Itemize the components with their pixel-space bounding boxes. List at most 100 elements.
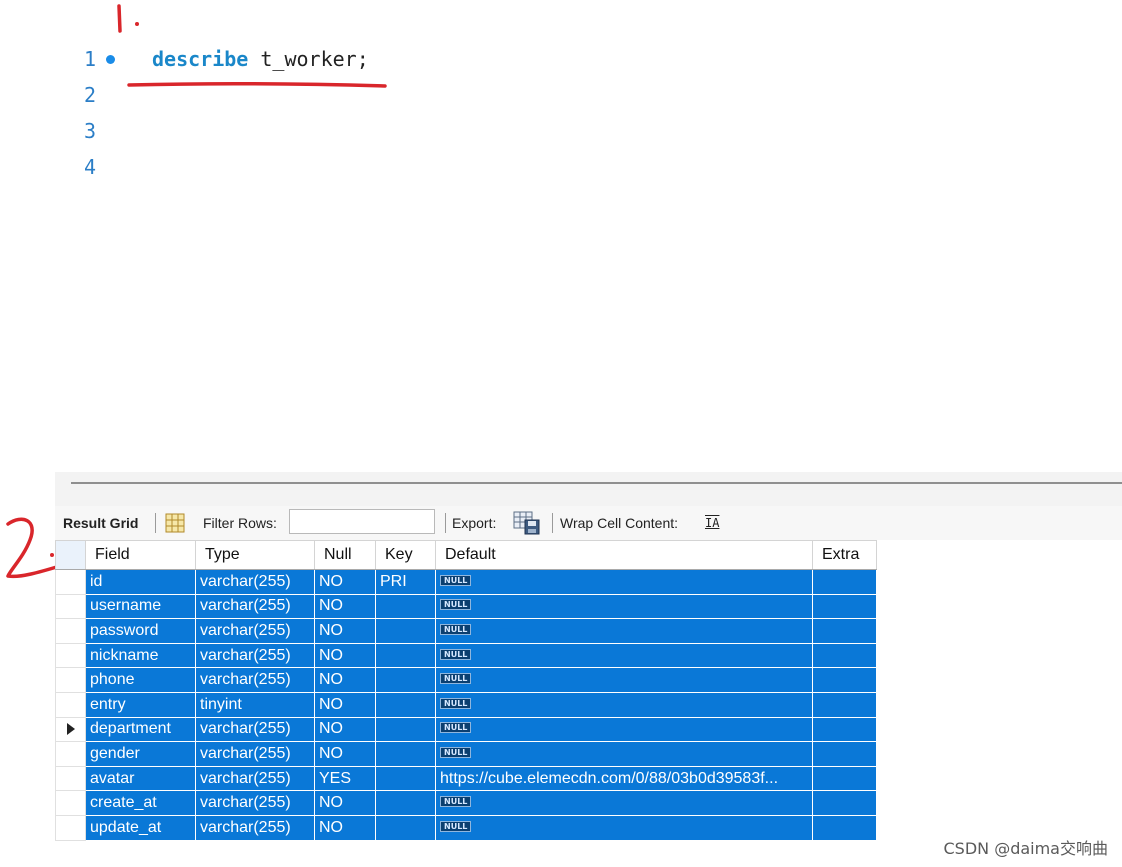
cell-field[interactable]: avatar [85,765,196,792]
cell-key[interactable] [375,642,436,669]
cell-extra[interactable] [812,790,877,816]
grid-corner-cell[interactable] [55,540,86,570]
editor-line[interactable]: 2 [0,77,600,113]
cell-extra[interactable] [812,741,877,767]
row-header-cell[interactable] [55,741,86,767]
cell-type[interactable]: varchar(255) [195,618,315,644]
cell-null[interactable]: NO [314,569,376,595]
cell-null[interactable]: NO [314,593,376,620]
column-header-extra[interactable]: Extra [812,540,877,570]
table-row[interactable]: gender varchar(255) NO NULL [55,741,877,767]
cell-field[interactable]: username [85,593,196,620]
row-header-cell[interactable] [55,814,86,841]
table-row[interactable]: create_at varchar(255) NO NULL [55,790,877,816]
cell-null[interactable]: NO [314,667,376,693]
cell-null[interactable]: NO [314,790,376,816]
cell-extra[interactable] [812,667,877,693]
cell-key[interactable] [375,790,436,816]
row-header-cell[interactable] [55,691,86,718]
cell-field[interactable]: entry [85,691,196,718]
cell-extra[interactable] [812,618,877,644]
cell-extra[interactable] [812,716,877,743]
cell-default[interactable]: NULL [435,569,813,595]
cell-null[interactable]: NO [314,741,376,767]
editor-line[interactable]: 3 [0,113,600,149]
cell-null[interactable]: NO [314,716,376,743]
cell-default[interactable]: NULL [435,814,813,841]
grid-view-icon[interactable] [165,511,185,535]
cell-default[interactable]: NULL [435,593,813,620]
column-header-default[interactable]: Default [435,540,813,570]
cell-null[interactable]: NO [314,618,376,644]
row-header-cell[interactable] [55,593,86,620]
row-header-cell[interactable] [55,569,86,595]
cell-key[interactable]: PRI [375,569,436,595]
cell-extra[interactable] [812,569,877,595]
table-row[interactable]: username varchar(255) NO NULL [55,593,877,620]
cell-default[interactable]: NULL [435,642,813,669]
column-header-field[interactable]: Field [85,540,196,570]
cell-default[interactable]: NULL [435,741,813,767]
cell-type[interactable]: varchar(255) [195,741,315,767]
cell-field[interactable]: gender [85,741,196,767]
cell-default[interactable]: NULL [435,618,813,644]
row-header-cell[interactable] [55,642,86,669]
editor-line[interactable]: 4 [0,149,600,185]
cell-default[interactable]: NULL [435,790,813,816]
cell-null[interactable]: NO [314,691,376,718]
row-header-cell[interactable] [55,790,86,816]
statement-marker-icon[interactable] [106,55,115,64]
cell-key[interactable] [375,814,436,841]
cell-field[interactable]: department [85,716,196,743]
cell-extra[interactable] [812,593,877,620]
cell-default[interactable]: NULL [435,691,813,718]
row-header-cell[interactable] [55,618,86,644]
cell-type[interactable]: varchar(255) [195,569,315,595]
column-header-key[interactable]: Key [375,540,436,570]
cell-field[interactable]: password [85,618,196,644]
cell-extra[interactable] [812,814,877,841]
table-row[interactable]: password varchar(255) NO NULL [55,618,877,644]
code-text[interactable]: describe t_worker; [152,41,369,77]
column-header-null[interactable]: Null [314,540,376,570]
result-grid-label[interactable]: Result Grid [63,506,138,540]
cell-key[interactable] [375,593,436,620]
cell-extra[interactable] [812,691,877,718]
table-row[interactable]: nickname varchar(255) NO NULL [55,642,877,669]
table-row[interactable]: update_at varchar(255) NO NULL [55,814,877,841]
table-row[interactable]: department varchar(255) NO NULL [55,716,877,743]
table-row[interactable]: phone varchar(255) NO NULL [55,667,877,693]
cell-default[interactable]: NULL [435,716,813,743]
export-icon[interactable] [513,511,541,535]
cell-extra[interactable] [812,642,877,669]
column-header-type[interactable]: Type [195,540,315,570]
cell-field[interactable]: update_at [85,814,196,841]
cell-type[interactable]: varchar(255) [195,642,315,669]
result-grid[interactable]: Field Type Null Key Default Extra id varchar(2… [55,540,877,841]
cell-key[interactable] [375,667,436,693]
row-header-cell[interactable] [55,667,86,693]
table-row[interactable]: avatar varchar(255) YES https://cube.elemec… [55,765,877,792]
cell-null[interactable]: NO [314,642,376,669]
cell-key[interactable] [375,618,436,644]
cell-field[interactable]: create_at [85,790,196,816]
cell-type[interactable]: varchar(255) [195,716,315,743]
editor-line[interactable]: 1 describe t_worker; [0,41,600,77]
cell-key[interactable] [375,741,436,767]
cell-field[interactable]: nickname [85,642,196,669]
cell-key[interactable] [375,691,436,718]
row-header-cell[interactable] [55,765,86,792]
cell-type[interactable]: varchar(255) [195,790,315,816]
cell-key[interactable] [375,716,436,743]
cell-default[interactable]: https://cube.elemecdn.com/0/88/03b0d3958… [435,765,813,792]
sql-editor[interactable]: 1 describe t_worker; 2 3 4 [0,0,1122,470]
cell-field[interactable]: phone [85,667,196,693]
cell-field[interactable]: id [85,569,196,595]
cell-type[interactable]: varchar(255) [195,667,315,693]
table-row[interactable]: entry tinyint NO NULL [55,691,877,718]
cell-key[interactable] [375,765,436,792]
cell-type[interactable]: varchar(255) [195,814,315,841]
cell-type[interactable]: varchar(255) [195,765,315,792]
cell-type[interactable]: tinyint [195,691,315,718]
filter-rows-input[interactable] [289,509,435,534]
